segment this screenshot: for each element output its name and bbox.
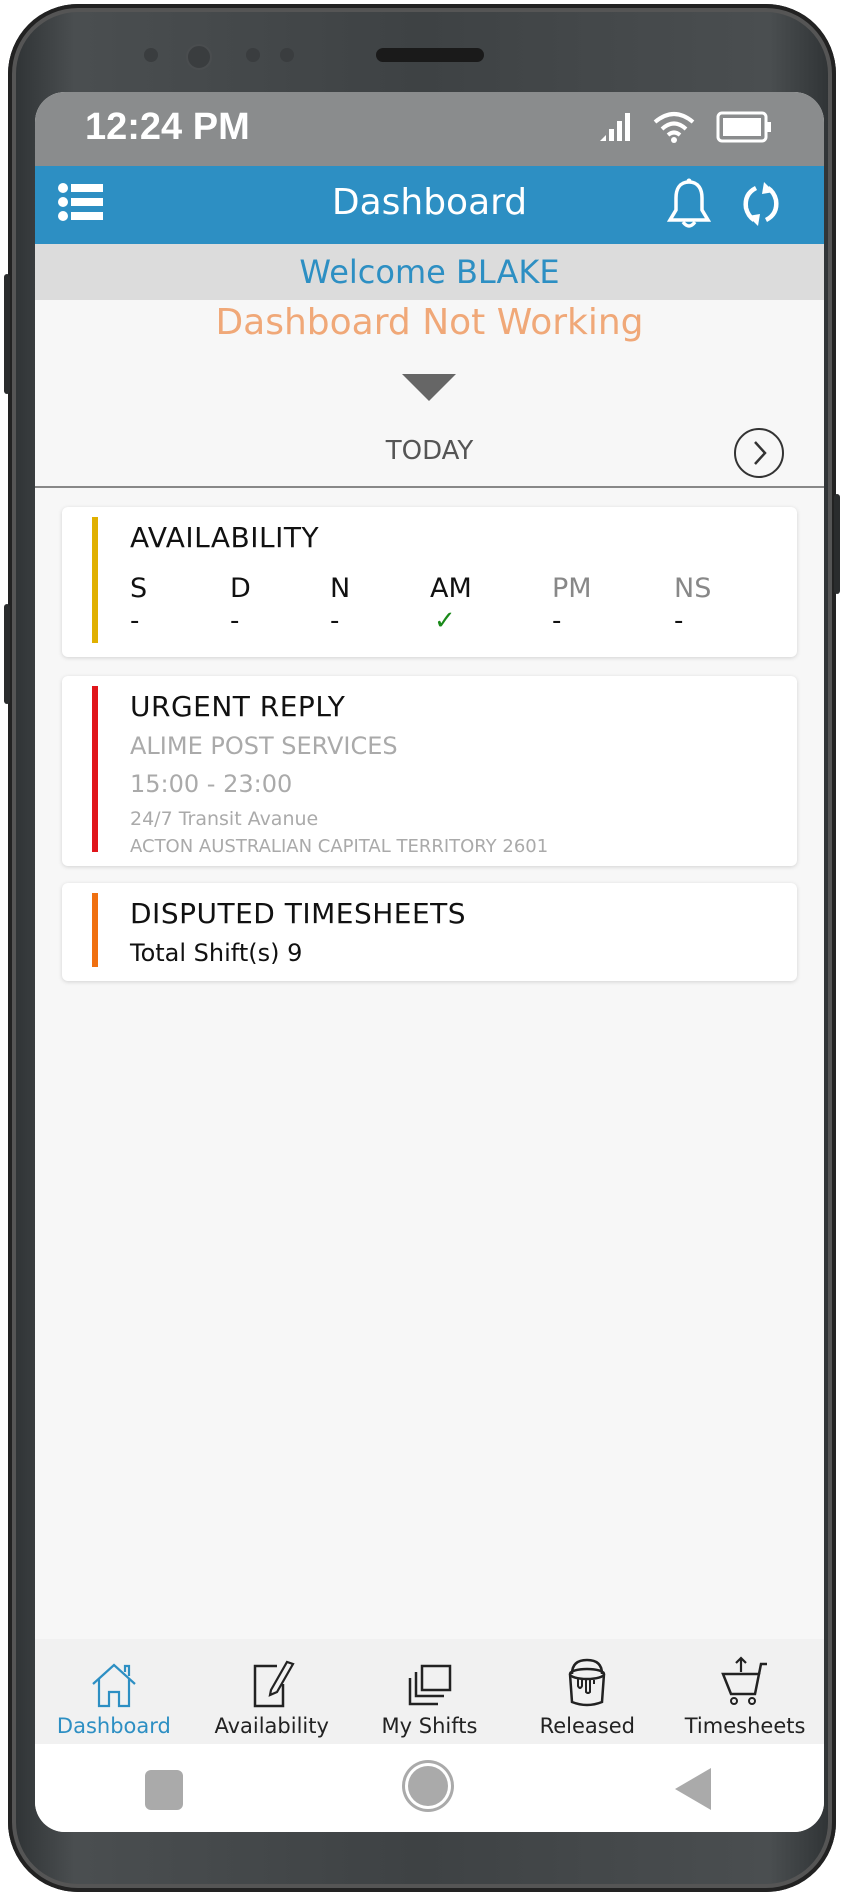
home-button[interactable] bbox=[408, 1766, 448, 1806]
phone-frame: 12:24 PM Dashboard Welcome BLAKE Dashboa… bbox=[4, 4, 840, 1892]
sensor-dot bbox=[246, 48, 260, 62]
card-title: AVAILABILITY bbox=[130, 521, 320, 554]
nav-availability[interactable]: Availability bbox=[193, 1639, 351, 1744]
availability-col-ns: NS - bbox=[674, 573, 774, 636]
nav-dashboard[interactable]: Dashboard bbox=[35, 1639, 193, 1744]
availability-col-s: S- bbox=[130, 573, 230, 636]
availability-value: - bbox=[330, 606, 340, 636]
availability-key: NS bbox=[674, 573, 712, 604]
sensor-dot bbox=[144, 48, 158, 62]
status-time: 12:24 PM bbox=[85, 106, 250, 148]
home-icon bbox=[92, 1663, 136, 1708]
nav-released[interactable]: Released bbox=[508, 1639, 666, 1744]
nav-label: My Shifts bbox=[381, 1714, 478, 1738]
status-notice: Dashboard Not Working bbox=[215, 302, 644, 343]
disputed-timesheets-card[interactable]: DISPUTED TIMESHEETS Total Shift(s) 9 bbox=[62, 883, 797, 981]
check-icon: ✓ bbox=[434, 606, 456, 636]
date-label: TODAY bbox=[385, 436, 474, 466]
address-line-1: 24/7 Transit Avanue bbox=[130, 808, 319, 830]
nav-timesheets[interactable]: Timesheets bbox=[666, 1639, 824, 1744]
screen: 12:24 PM Dashboard Welcome BLAKE Dashboa… bbox=[35, 92, 824, 1832]
power-button bbox=[834, 494, 840, 594]
wifi-icon bbox=[653, 112, 695, 143]
card-title: DISPUTED TIMESHEETS bbox=[130, 897, 467, 930]
availability-col-pm: PM - bbox=[552, 573, 674, 636]
address-line-2: ACTON AUSTRALIAN CAPITAL TERRITORY 2601 bbox=[130, 836, 549, 857]
availability-accent-bar bbox=[92, 517, 98, 643]
status-bar: 12:24 PM bbox=[35, 92, 824, 166]
system-nav-bar bbox=[35, 1744, 824, 1832]
availability-value: - bbox=[674, 606, 684, 636]
availability-key: D bbox=[230, 573, 251, 604]
nav-label: Availability bbox=[214, 1714, 329, 1738]
availability-value: - bbox=[130, 606, 140, 636]
next-day-button[interactable] bbox=[734, 428, 784, 478]
urgent-accent-bar bbox=[92, 686, 98, 852]
availability-key: PM bbox=[552, 573, 592, 604]
sync-button[interactable] bbox=[740, 180, 782, 232]
nav-label: Timesheets bbox=[684, 1714, 806, 1738]
chevron-right-icon bbox=[754, 441, 767, 465]
stack-icon bbox=[409, 1664, 452, 1706]
earpiece-speaker bbox=[376, 48, 484, 62]
availability-grid: S- D- N- AM ✓ PM - NS - bbox=[130, 573, 757, 636]
welcome-banner: Welcome BLAKE bbox=[35, 244, 824, 300]
cart-upload-icon bbox=[721, 1656, 768, 1705]
availability-key: AM bbox=[430, 573, 472, 604]
sync-icon bbox=[743, 182, 779, 226]
availability-col-n: N- bbox=[330, 573, 430, 636]
volume-button bbox=[4, 274, 10, 394]
shift-time: 15:00 - 23:00 bbox=[130, 770, 293, 798]
nav-my-shifts[interactable]: My Shifts bbox=[351, 1639, 509, 1744]
availability-value: - bbox=[230, 606, 240, 636]
notifications-button[interactable] bbox=[666, 178, 712, 234]
company-name: ALIME POST SERVICES bbox=[130, 732, 398, 760]
sensor-dot bbox=[280, 48, 294, 62]
urgent-reply-card[interactable]: URGENT REPLY ALIME POST SERVICES 15:00 -… bbox=[62, 676, 797, 866]
disputed-accent-bar bbox=[92, 893, 98, 967]
collapse-toggle-icon[interactable] bbox=[402, 374, 456, 401]
app-header: Dashboard bbox=[35, 166, 824, 244]
availability-col-am: AM ✓ bbox=[430, 573, 552, 636]
battery-icon bbox=[716, 111, 771, 143]
card-title: URGENT REPLY bbox=[130, 690, 346, 723]
availability-card[interactable]: AVAILABILITY S- D- N- AM ✓ PM - NS - bbox=[62, 507, 797, 657]
edit-note-icon bbox=[253, 1660, 295, 1708]
disputed-summary: Total Shift(s) 9 bbox=[130, 939, 303, 967]
bell-icon bbox=[666, 178, 712, 228]
date-navigator: TODAY bbox=[35, 422, 824, 488]
recents-button[interactable] bbox=[145, 1770, 183, 1810]
nav-label: Released bbox=[539, 1714, 635, 1738]
bottom-nav: Dashboard Availability My Shifts Release… bbox=[35, 1639, 824, 1744]
availability-value: - bbox=[552, 606, 562, 636]
signal-icon bbox=[600, 113, 630, 141]
front-camera bbox=[186, 44, 212, 70]
paint-bucket-icon bbox=[569, 1658, 606, 1707]
nav-label: Dashboard bbox=[56, 1714, 171, 1738]
back-button[interactable] bbox=[675, 1768, 711, 1810]
side-button bbox=[4, 604, 10, 704]
availability-key: N bbox=[330, 573, 351, 604]
availability-key: S bbox=[130, 573, 148, 604]
availability-col-d: D- bbox=[230, 573, 330, 636]
